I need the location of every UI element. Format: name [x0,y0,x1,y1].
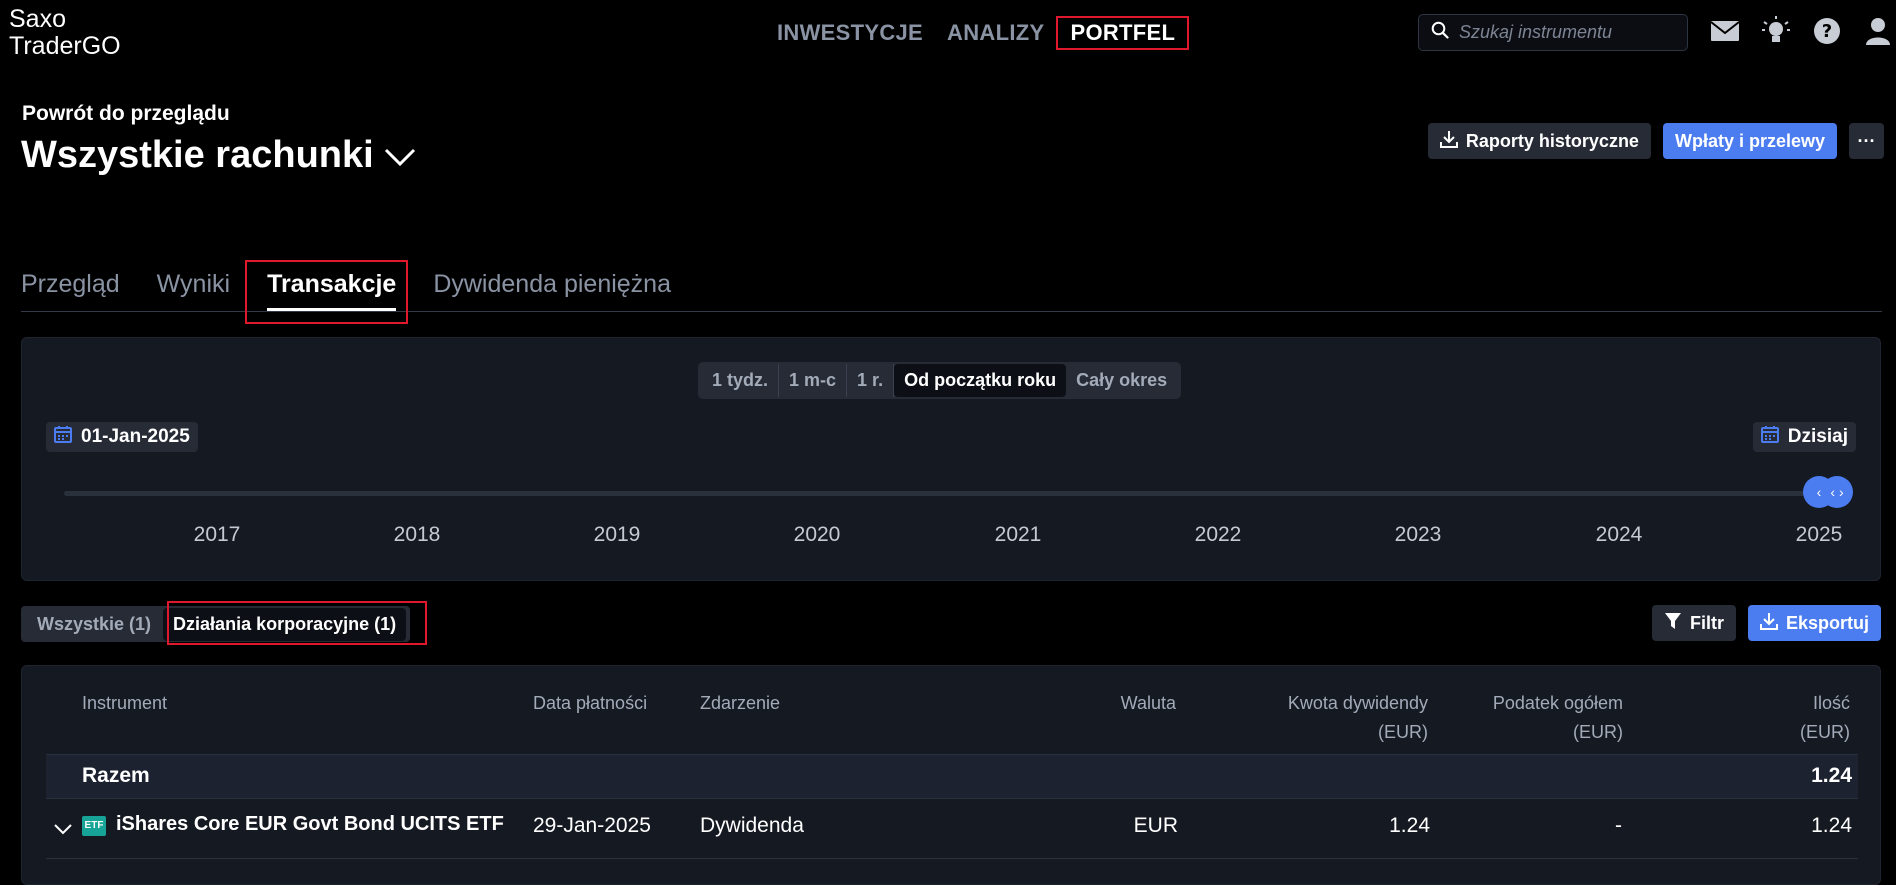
instrument-name: iShares Core EUR Govt Bond UCITS ETF [116,813,504,835]
lightbulb-icon[interactable] [1761,16,1791,46]
top-icons: ? [1710,16,1893,46]
start-date-picker[interactable]: 01-Jan-2025 [46,422,198,452]
header-dividend-amount-label: Kwota dywidendy [1287,693,1428,713]
end-date-picker[interactable]: Dzisiaj [1752,422,1856,452]
historical-reports-button[interactable]: Raporty historyczne [1427,123,1651,159]
table-actions: Filtr Eksportuj [1651,605,1881,641]
instrument-cell[interactable]: ETF iShares Core EUR Govt Bond UCITS ETF [82,813,504,836]
header-event[interactable]: Zdarzenie [700,689,780,718]
export-button[interactable]: Eksportuj [1747,605,1881,641]
subtab-all[interactable]: Wszystkie (1) [37,614,151,635]
year-label: 2023 [1394,523,1442,546]
header-dividend-amount-unit: (EUR) [1378,722,1428,742]
timeline-track[interactable] [64,491,1829,496]
header-total-tax-label: Podatek ogółem [1492,693,1623,713]
total-label: Razem [82,764,150,787]
tab-highlight-box [245,260,408,324]
period-1-year[interactable]: 1 r. [847,364,895,397]
nav-analizy[interactable]: ANALIZY [935,16,1056,50]
tab-label: Dywidenda pieniężna [433,270,671,298]
end-date-value: Dzisiaj [1787,426,1848,447]
chevron-down-icon [384,134,416,177]
period-ytd[interactable]: Od początku roku [894,364,1067,397]
header-quantity-unit: (EUR) [1800,722,1850,742]
year-label: 2025 [1795,523,1843,546]
mail-icon[interactable] [1710,16,1740,46]
more-options-button[interactable]: ··· [1849,123,1884,159]
year-label: 2017 [193,523,241,546]
header-instrument[interactable]: Instrument [82,689,167,718]
search-box[interactable] [1418,14,1688,51]
total-quantity: 1.24 [1811,764,1852,787]
header-quantity[interactable]: Ilość (EUR) [1800,689,1850,747]
tab-przeglad[interactable]: Przegląd [21,262,120,311]
period-all[interactable]: Cały okres [1066,364,1177,397]
svg-text:?: ? [1822,21,1832,42]
period-1-month[interactable]: 1 m-c [779,364,848,397]
top-navigation: INWESTYCJE ANALIZY PORTFEL [765,16,1190,50]
total-row: Razem 1.24 [46,754,1858,799]
app-logo[interactable]: Saxo TraderGO [9,6,121,60]
range-end-handle[interactable]: ‹ › [1821,476,1853,508]
logo-line-1: Saxo [9,5,66,33]
quantity-cell: 1.24 [1811,814,1852,837]
back-to-overview-link[interactable]: Powrót do przeglądu [22,102,230,126]
event-cell: Dywidenda [700,814,804,837]
account-selector[interactable]: Wszystkie rachunki [21,134,416,177]
header-total-tax[interactable]: Podatek ogółem (EUR) [1493,689,1623,747]
period-1-week[interactable]: 1 tydz. [702,364,780,397]
tab-dywidenda[interactable]: Dywidenda pieniężna [433,262,671,311]
calendar-icon [54,425,72,449]
filter-icon [1664,612,1682,635]
timeline-panel: 1 tydz. 1 m-c 1 r. Od początku roku Cały… [21,337,1881,581]
expand-row-chevron-icon[interactable] [54,817,72,841]
filter-label: Filtr [1689,612,1724,633]
calendar-icon [1760,425,1779,449]
year-label: 2018 [393,523,441,546]
download-icon [1759,612,1778,635]
deposits-transfers-button[interactable]: Wpłaty i przelewy [1662,123,1837,159]
payment-date-cell: 29-Jan-2025 [533,814,651,837]
tab-label: Wyniki [156,270,231,298]
historical-reports-label: Raporty historyczne [1465,130,1639,151]
table-row[interactable]: ETF iShares Core EUR Govt Bond UCITS ETF … [46,799,1858,859]
nav-inwestycje[interactable]: INWESTYCJE [765,16,935,50]
account-label: Wszystkie rachunki [21,134,374,176]
header-total-tax-unit: (EUR) [1573,722,1623,742]
search-icon [1431,21,1449,44]
transactions-table: Instrument Data płatności Zdarzenie Walu… [21,665,1881,885]
period-selector: 1 tydz. 1 m-c 1 r. Od początku roku Cały… [698,362,1182,399]
tab-label: Przegląd [21,270,120,298]
etf-badge-icon: ETF [82,816,106,836]
tab-wyniki[interactable]: Wyniki [157,262,230,311]
dividend-amount-cell: 1.24 [1389,814,1430,837]
search-input[interactable] [1459,22,1679,43]
year-label: 2024 [1595,523,1643,546]
header-dividend-amount[interactable]: Kwota dywidendy (EUR) [1288,689,1428,747]
logo-line-2: TraderGO [9,32,121,60]
download-icon [1439,130,1458,153]
year-label: 2020 [793,523,841,546]
help-icon[interactable]: ? [1812,16,1842,46]
header-quantity-label: Ilość [1812,693,1850,713]
year-label: 2021 [994,523,1042,546]
header-payment-date[interactable]: Data płatności [533,689,647,718]
header-currency[interactable]: Waluta [1121,689,1176,718]
start-date-value: 01-Jan-2025 [81,426,190,447]
year-label: 2019 [593,523,641,546]
total-tax-cell: - [1615,814,1622,837]
header-actions: Raporty historyczne Wpłaty i przelewy ··… [1427,123,1884,159]
currency-cell: EUR [1133,814,1178,837]
user-icon[interactable] [1863,16,1893,46]
filter-button[interactable]: Filtr [1651,605,1736,641]
subtab-highlight-box [167,601,427,645]
export-label: Eksportuj [1785,612,1869,633]
nav-portfel[interactable]: PORTFEL [1056,16,1190,50]
year-label: 2022 [1194,523,1242,546]
